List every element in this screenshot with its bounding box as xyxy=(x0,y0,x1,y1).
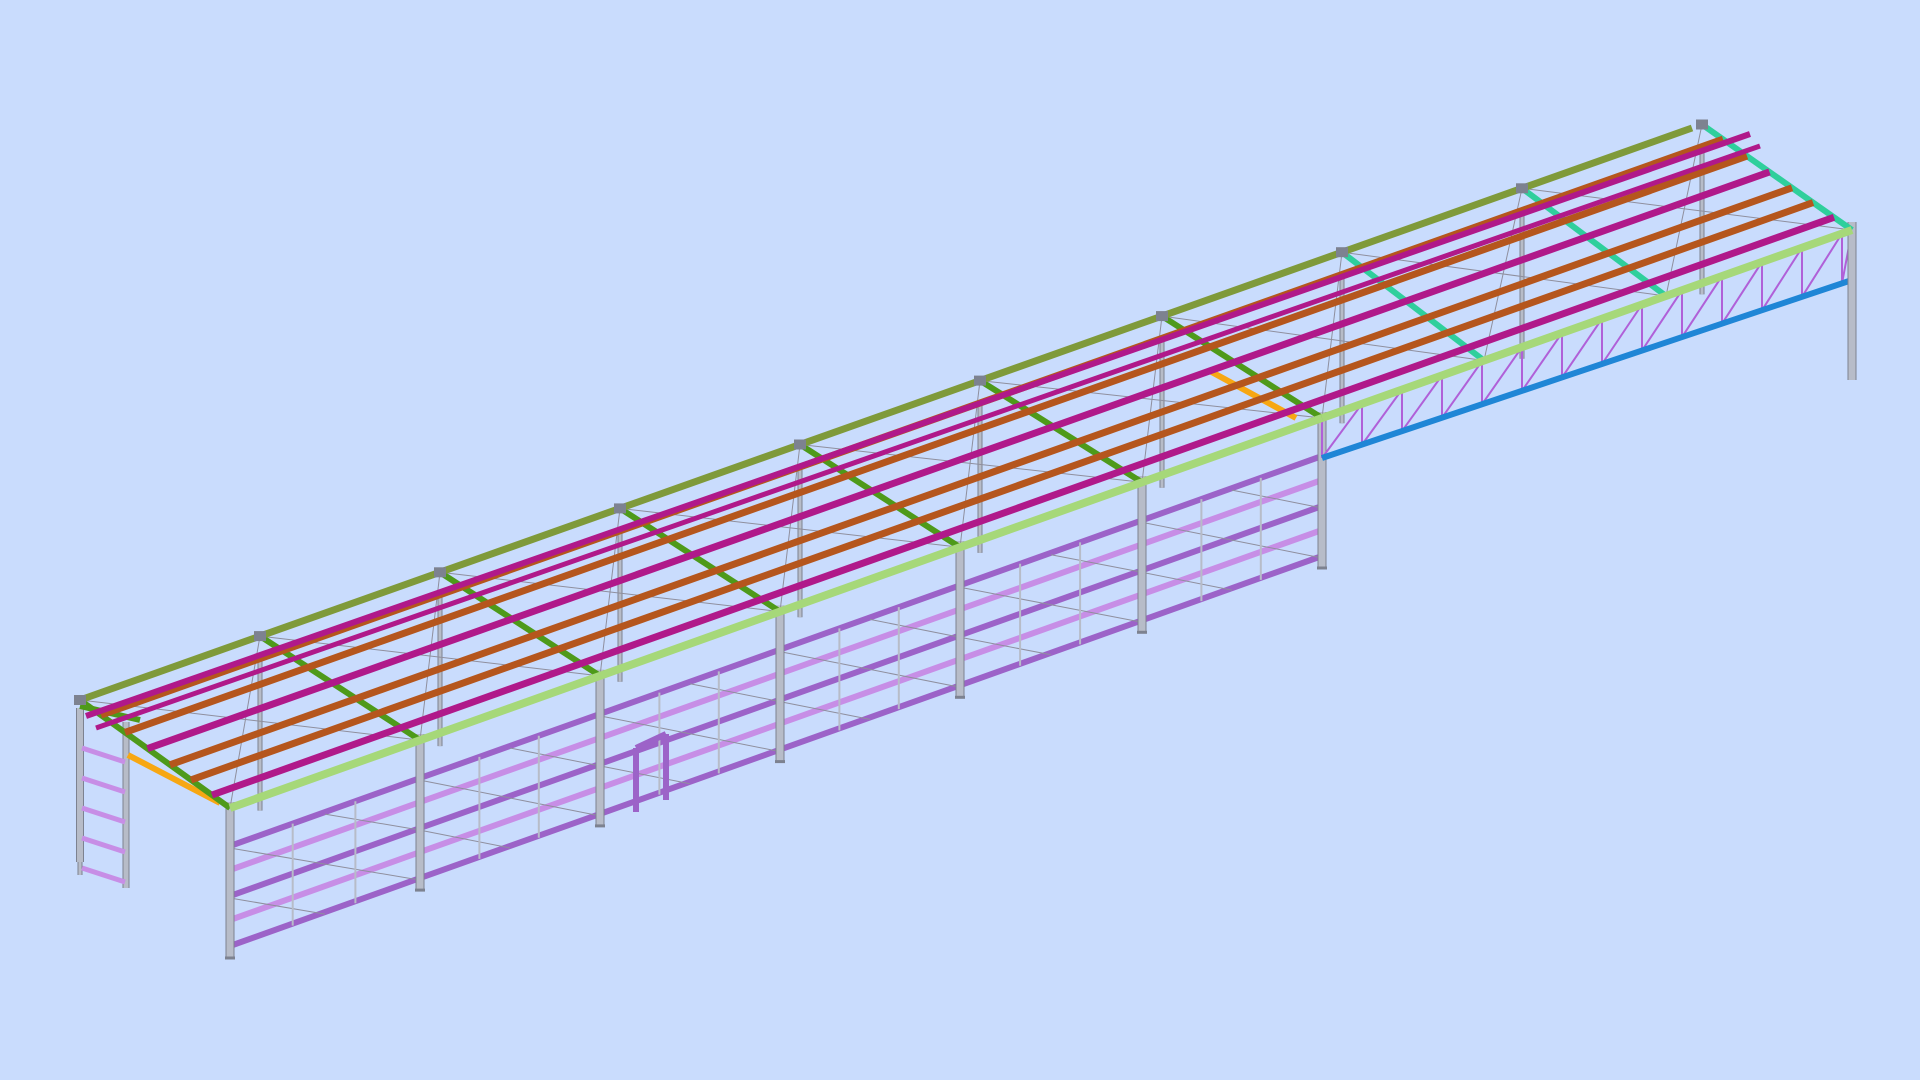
ridge-plate[interactable] xyxy=(434,567,446,578)
gable-girt[interactable] xyxy=(81,865,126,885)
wall-girt[interactable] xyxy=(778,682,962,753)
purlin[interactable] xyxy=(189,199,1815,784)
back-purlin-magenta-2[interactable] xyxy=(95,143,1761,731)
gable-girt[interactable] xyxy=(81,805,126,825)
ridge-plate[interactable] xyxy=(74,695,86,705)
wall-girt[interactable] xyxy=(958,617,1144,689)
gable-girt[interactable] xyxy=(81,835,126,855)
gable-girt[interactable] xyxy=(81,775,126,795)
roof-purlins xyxy=(99,135,1836,799)
ridge-plate[interactable] xyxy=(1156,311,1168,322)
ridge-plate[interactable] xyxy=(794,439,806,450)
ridge-plate[interactable] xyxy=(614,503,626,514)
ridge-plate[interactable] xyxy=(1516,183,1528,194)
ridge-plate[interactable] xyxy=(1336,247,1348,258)
purlin[interactable] xyxy=(210,214,1836,799)
steel-structure-model xyxy=(74,119,1857,960)
model-viewport[interactable] xyxy=(0,0,1920,1080)
ridge-plate[interactable] xyxy=(254,631,266,642)
wall-girt[interactable] xyxy=(598,746,782,817)
wall-girt[interactable] xyxy=(1140,553,1324,624)
eave-ridge xyxy=(78,124,1854,812)
ridge-plate[interactable] xyxy=(974,375,986,386)
gable-girt[interactable] xyxy=(81,745,126,765)
ridge-plate[interactable] xyxy=(1696,119,1708,130)
wall-girt[interactable] xyxy=(418,811,602,881)
